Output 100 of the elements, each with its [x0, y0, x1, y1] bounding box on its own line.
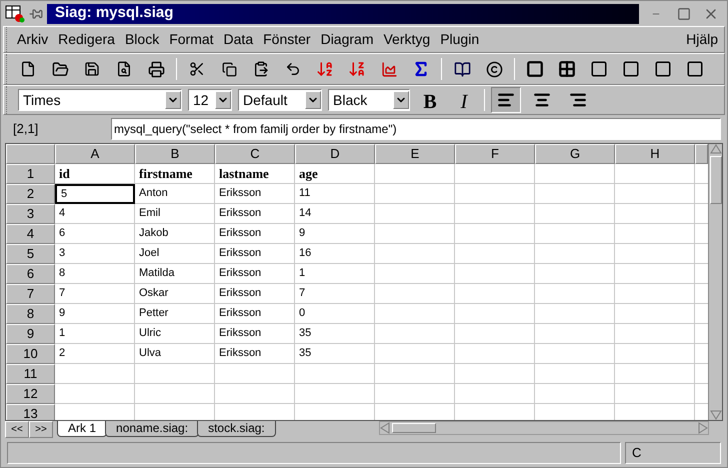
table-cell[interactable] — [535, 304, 615, 324]
row-header[interactable]: 11 — [6, 364, 55, 384]
table-cell[interactable]: 6 — [55, 224, 135, 244]
menu-item[interactable]: Arkiv — [12, 29, 54, 50]
row-header[interactable]: 13 — [6, 404, 55, 420]
table-cell[interactable]: Joel — [135, 244, 215, 264]
table-cell[interactable] — [455, 184, 535, 204]
table-cell[interactable] — [455, 224, 535, 244]
pin-icon[interactable] — [29, 6, 43, 20]
table-cell[interactable]: firstname — [135, 164, 215, 184]
table-cell[interactable]: Eriksson — [215, 344, 295, 364]
app-icon[interactable] — [5, 4, 25, 22]
table-cell[interactable] — [455, 264, 535, 284]
table-cell[interactable]: Eriksson — [215, 324, 295, 344]
table-cell[interactable]: 11 — [295, 184, 375, 204]
table-cell[interactable]: Oskar — [135, 284, 215, 304]
table-cell[interactable]: Eriksson — [215, 244, 295, 264]
table-cell[interactable] — [535, 264, 615, 284]
table-cell[interactable] — [455, 244, 535, 264]
scroll-thumb[interactable] — [392, 423, 436, 433]
table-cell[interactable] — [535, 384, 615, 404]
sheet-nav-button[interactable]: >> — [29, 421, 53, 438]
table-cell[interactable] — [375, 284, 455, 304]
table-cell[interactable] — [375, 344, 455, 364]
row-header[interactable]: 1 — [6, 164, 55, 184]
scroll-thumb[interactable] — [710, 156, 722, 204]
vertical-scrollbar[interactable] — [708, 144, 722, 420]
table-cell[interactable]: Eriksson — [215, 224, 295, 244]
menu-item[interactable]: Fönster — [258, 29, 316, 50]
table-cell[interactable]: 2 — [55, 344, 135, 364]
row-header[interactable]: 8 — [6, 304, 55, 324]
menu-item[interactable]: Diagram — [316, 29, 378, 50]
table-cell[interactable] — [615, 164, 695, 184]
table-cell[interactable]: Emil — [135, 204, 215, 224]
row-header[interactable]: 6 — [6, 264, 55, 284]
table-cell[interactable]: 14 — [295, 204, 375, 224]
table-cell[interactable]: 4 — [55, 204, 135, 224]
table-cell[interactable] — [135, 384, 215, 404]
table-cell[interactable] — [375, 204, 455, 224]
table-cell[interactable] — [295, 384, 375, 404]
column-header[interactable]: D — [295, 144, 375, 164]
table-cell[interactable]: 8 — [55, 264, 135, 284]
scroll-left-icon[interactable] — [380, 422, 390, 434]
menu-item[interactable]: Plugin — [435, 29, 484, 50]
table-cell[interactable]: Ulva — [135, 344, 215, 364]
table-cell[interactable]: 1 — [55, 324, 135, 344]
table-cell[interactable] — [535, 284, 615, 304]
table-cell[interactable] — [615, 344, 695, 364]
table-cell[interactable] — [615, 264, 695, 284]
table-cell[interactable] — [535, 224, 615, 244]
table-cell[interactable]: Eriksson — [215, 184, 295, 204]
table-cell[interactable]: Matilda — [135, 264, 215, 284]
table-cell[interactable]: 35 — [295, 344, 375, 364]
formula-field[interactable]: mysql_query("select * from familj order by firstname") — [111, 118, 721, 140]
table-cell[interactable]: Eriksson — [215, 264, 295, 284]
align-left-button[interactable] — [491, 87, 521, 113]
color-dropdown[interactable]: Black — [328, 89, 410, 111]
table-cell[interactable] — [455, 284, 535, 304]
table-cell[interactable]: 1 — [295, 264, 375, 284]
table-cell[interactable] — [455, 304, 535, 324]
table-cell[interactable] — [375, 164, 455, 184]
table-cell[interactable] — [455, 204, 535, 224]
table-cell[interactable] — [455, 324, 535, 344]
table-cell[interactable]: Eriksson — [215, 304, 295, 324]
table-cell[interactable]: Eriksson — [215, 204, 295, 224]
style-dropdown[interactable]: Default — [238, 89, 322, 111]
table-cell[interactable]: 35 — [295, 324, 375, 344]
sheet-tab[interactable]: noname.siag: — [105, 421, 200, 437]
table-cell[interactable]: Jakob — [135, 224, 215, 244]
table-cell[interactable]: 7 — [295, 284, 375, 304]
table-cell[interactable]: 16 — [295, 244, 375, 264]
table-cell[interactable] — [375, 304, 455, 324]
scroll-down-icon[interactable] — [710, 410, 722, 420]
table-cell[interactable] — [375, 264, 455, 284]
menu-item[interactable]: Redigera — [53, 29, 120, 50]
column-header[interactable]: B — [135, 144, 215, 164]
table-cell[interactable]: 9 — [295, 224, 375, 244]
table-cell[interactable]: lastname — [215, 164, 295, 184]
table-cell[interactable] — [615, 244, 695, 264]
table-cell[interactable] — [455, 364, 535, 384]
table-cell[interactable]: 0 — [295, 304, 375, 324]
table-cell[interactable] — [615, 184, 695, 204]
column-header[interactable]: F — [455, 144, 535, 164]
table-cell[interactable]: Anton — [135, 184, 215, 204]
table-cell[interactable] — [535, 164, 615, 184]
row-header[interactable]: 7 — [6, 284, 55, 304]
table-cell[interactable] — [455, 384, 535, 404]
column-header[interactable]: E — [375, 144, 455, 164]
table-cell[interactable] — [535, 324, 615, 344]
table-cell[interactable] — [455, 344, 535, 364]
scroll-right-icon[interactable] — [698, 422, 708, 434]
table-cell[interactable] — [615, 284, 695, 304]
table-cell[interactable] — [375, 324, 455, 344]
table-cell[interactable] — [295, 364, 375, 384]
column-header[interactable]: C — [215, 144, 295, 164]
column-header[interactable]: G — [535, 144, 615, 164]
maximize-icon[interactable] — [677, 6, 691, 20]
table-cell[interactable]: Eriksson — [215, 284, 295, 304]
menu-item[interactable]: Format — [164, 29, 219, 50]
menu-item[interactable]: Data — [218, 29, 258, 50]
